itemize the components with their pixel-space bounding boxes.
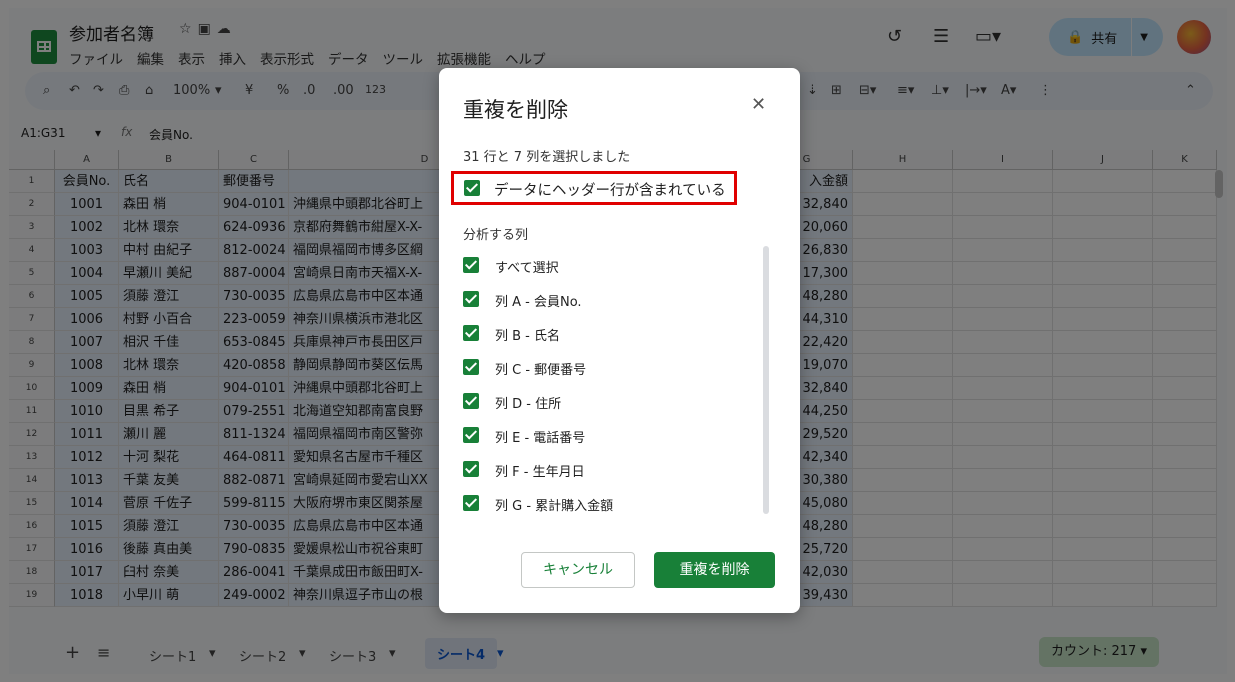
checkbox[interactable] — [463, 495, 479, 511]
option-label: 列 G - 累計購入金額 — [495, 499, 614, 514]
header-row-option[interactable]: データにヘッダー行が含まれている — [451, 171, 737, 205]
header-row-checkbox[interactable] — [464, 180, 480, 196]
header-row-label: データにヘッダー行が含まれている — [494, 183, 726, 199]
checkbox[interactable] — [463, 325, 479, 341]
checkbox[interactable] — [463, 291, 479, 307]
close-icon[interactable]: ✕ — [751, 94, 766, 115]
remove-duplicates-button[interactable]: 重複を削除 — [654, 552, 775, 588]
checkbox[interactable] — [463, 461, 479, 477]
option-label: 列 F - 生年月日 — [495, 465, 585, 480]
dialog-title: 重複を削除 — [463, 98, 568, 122]
checkbox[interactable] — [463, 359, 479, 375]
checkbox[interactable] — [463, 393, 479, 409]
checkbox[interactable] — [463, 427, 479, 443]
option-label: 列 C - 郵便番号 — [495, 363, 587, 378]
dialog-scrollbar[interactable] — [763, 246, 769, 514]
option-label: 列 D - 住所 — [495, 397, 562, 412]
columns-section-label: 分析する列 — [463, 228, 529, 243]
cancel-button[interactable]: キャンセル — [521, 552, 635, 588]
option-label: 列 B - 氏名 — [495, 329, 561, 344]
option-label: 列 E - 電話番号 — [495, 431, 586, 446]
option-label: 列 A - 会員No. — [495, 295, 582, 310]
remove-duplicates-dialog: 重複を削除 ✕ 31 行と 7 列を選択しました データにヘッダー行が含まれてい… — [439, 68, 800, 613]
checkbox[interactable] — [463, 257, 479, 273]
selection-summary: 31 行と 7 列を選択しました — [463, 150, 631, 165]
option-label: すべて選択 — [495, 261, 559, 276]
